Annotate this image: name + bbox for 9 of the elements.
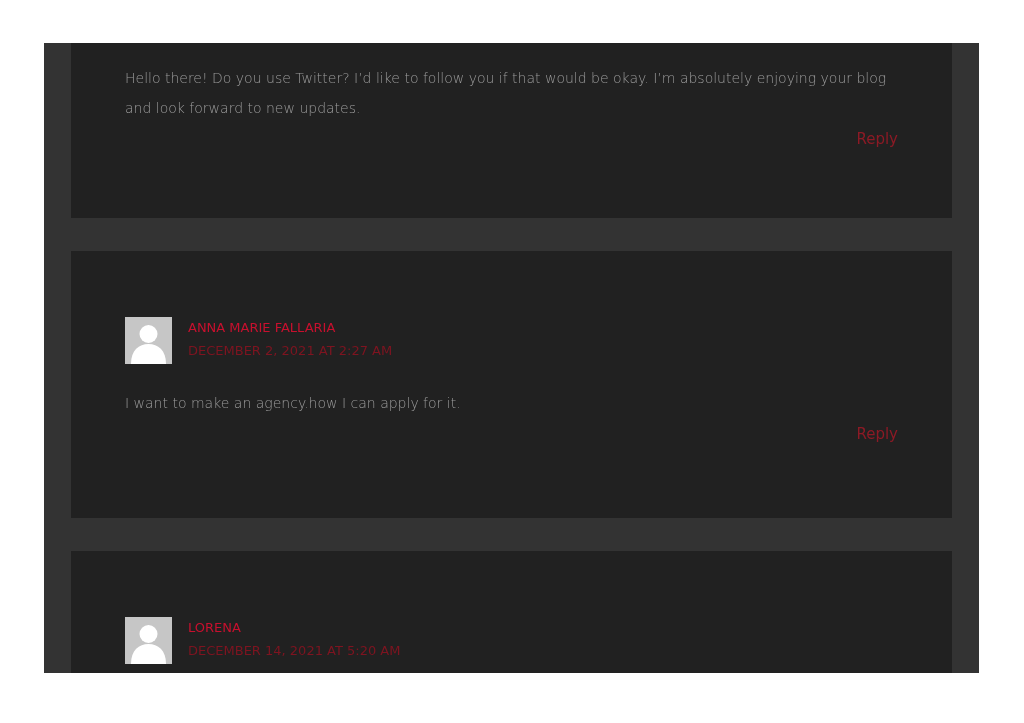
comment-date[interactable]: DECEMBER 2, 2021 AT 2:27 AM xyxy=(188,342,393,360)
comment-text: Hello there! Do you use Twitter? I’d like to follow you if that would be okay. I’m absolutely enjoying your blog and look forward to new updates. xyxy=(125,69,888,118)
avatar-icon xyxy=(125,617,172,664)
author-name[interactable]: LORENA xyxy=(188,619,401,637)
comment-date[interactable]: DECEMBER 14, 2021 AT 5:20 AM xyxy=(188,642,401,660)
reply-link[interactable]: Reply xyxy=(856,130,898,148)
author-name[interactable]: ANNA MARIE FALLARIA xyxy=(188,319,393,337)
reply-link[interactable]: Reply xyxy=(856,425,898,443)
avatar-icon xyxy=(125,317,172,364)
